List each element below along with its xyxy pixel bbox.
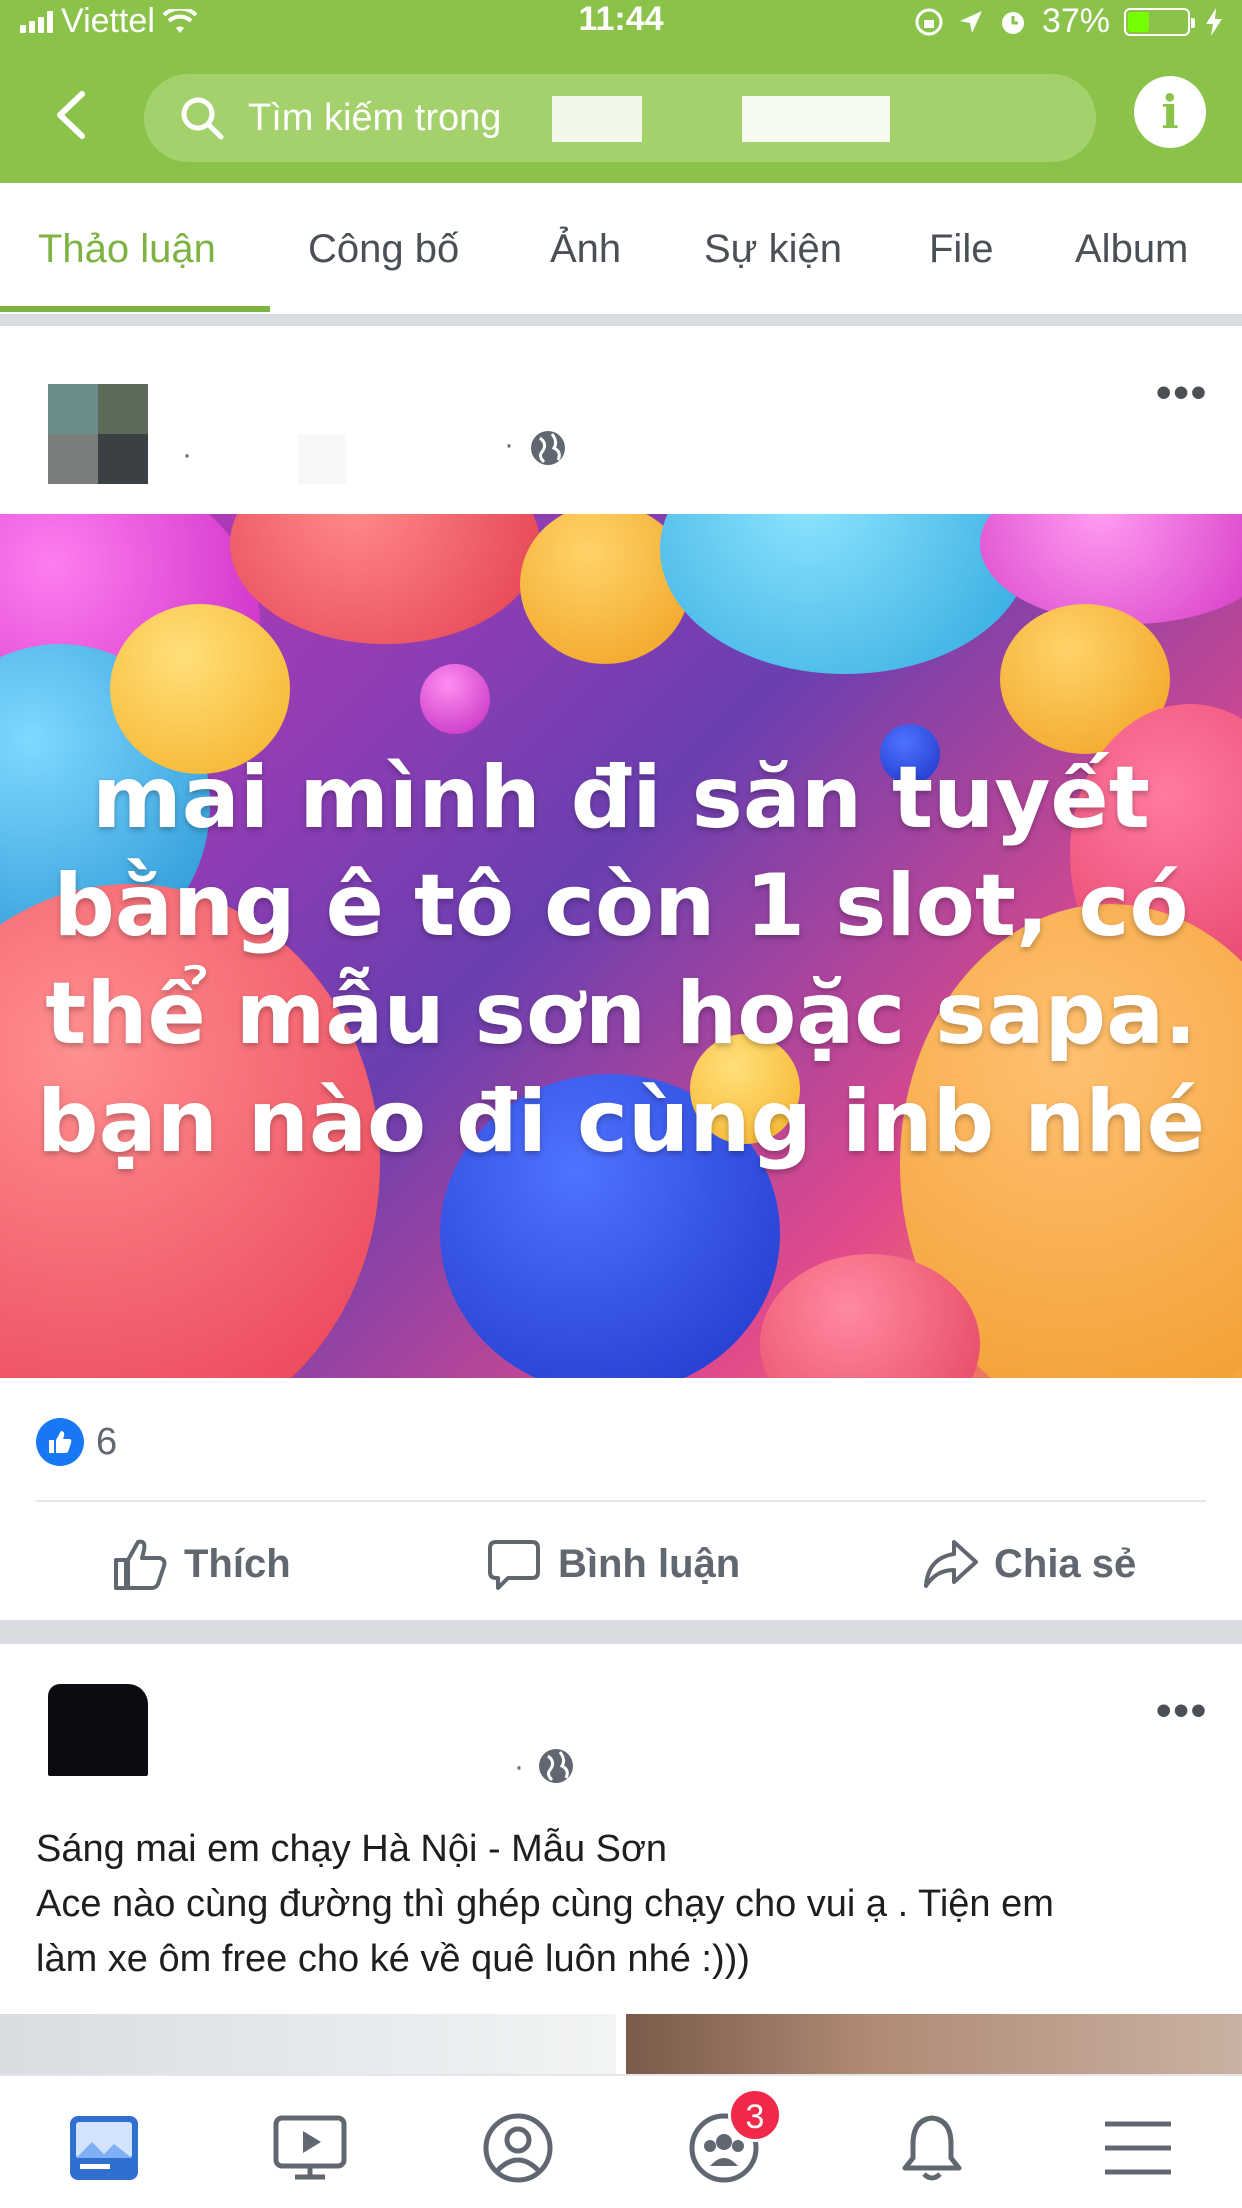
comment-icon xyxy=(488,1540,540,1590)
top-bar: Viettel 11:44 37% Tìm kiếm trong i xyxy=(0,0,1242,183)
share-icon xyxy=(924,1540,978,1588)
location-icon xyxy=(959,10,982,33)
tab-cong-bo[interactable]: Công bố xyxy=(308,227,459,272)
thumbs-up-icon xyxy=(114,1539,167,1590)
post-banner-text: mai mình đi săn tuyết bằng ê tô còn 1 sl… xyxy=(37,748,1205,1172)
like-button[interactable]: Thích xyxy=(112,1536,291,1592)
bell-icon[interactable] xyxy=(892,2108,972,2188)
reaction-summary[interactable]: 6 xyxy=(36,1418,117,1466)
like-count: 6 xyxy=(96,1420,118,1463)
group-tabs: Thảo luận Công bố Ảnh Sự kiện File Album xyxy=(0,183,1242,313)
info-icon[interactable]: i xyxy=(1134,76,1206,148)
menu-icon[interactable] xyxy=(1098,2108,1178,2188)
search-placeholder: Tìm kiếm trong xyxy=(248,96,502,139)
post-background-image: mai mình đi săn tuyết bằng ê tô còn 1 sl… xyxy=(0,514,1242,1378)
post-text: Sáng mai em chạy Hà Nội - Mẫu Sơn Ace nà… xyxy=(36,1828,1054,1980)
search-icon xyxy=(181,97,224,140)
share-button[interactable]: Chia sẻ xyxy=(922,1536,1136,1592)
section-separator xyxy=(0,1620,1242,1644)
more-options-icon[interactable]: ••• xyxy=(1156,1686,1208,1736)
video-icon[interactable] xyxy=(270,2108,350,2188)
comment-button[interactable]: Bình luận xyxy=(486,1536,740,1592)
tab-su-kien[interactable]: Sự kiện xyxy=(704,227,842,272)
groups-icon[interactable]: 3 xyxy=(684,2088,782,2188)
notification-badge: 3 xyxy=(728,2088,782,2142)
active-tab-indicator xyxy=(0,306,270,312)
battery-percent: 37% xyxy=(1041,2,1110,40)
globe-icon xyxy=(539,1749,573,1783)
section-separator xyxy=(0,314,1242,326)
redacted-group-name xyxy=(742,96,890,142)
battery-icon xyxy=(1124,7,1195,36)
tab-thao-luan[interactable]: Thảo luận xyxy=(38,227,216,272)
avatar[interactable] xyxy=(48,384,148,484)
app-header: Tìm kiếm trong i xyxy=(0,70,1242,170)
profile-icon[interactable] xyxy=(478,2108,558,2188)
status-bar: Viettel 11:44 37% xyxy=(0,0,1242,42)
bottom-navigation: 3 xyxy=(0,2074,1242,2208)
redacted-author-name xyxy=(298,434,346,484)
news-feed-icon[interactable] xyxy=(64,2108,144,2188)
rotation-lock-icon xyxy=(915,8,943,35)
globe-icon xyxy=(531,431,565,465)
more-options-icon[interactable]: ••• xyxy=(1156,368,1208,418)
divider xyxy=(36,1500,1206,1502)
redacted-group-name xyxy=(552,96,642,142)
alarm-icon xyxy=(1001,11,1024,34)
like-reaction-icon xyxy=(36,1418,84,1466)
back-arrow-icon[interactable] xyxy=(48,90,98,140)
tab-file[interactable]: File xyxy=(929,227,993,272)
charging-icon xyxy=(1206,7,1222,36)
tab-anh[interactable]: Ảnh xyxy=(550,227,621,272)
tab-album[interactable]: Album xyxy=(1075,227,1188,272)
avatar[interactable] xyxy=(48,1684,148,1776)
